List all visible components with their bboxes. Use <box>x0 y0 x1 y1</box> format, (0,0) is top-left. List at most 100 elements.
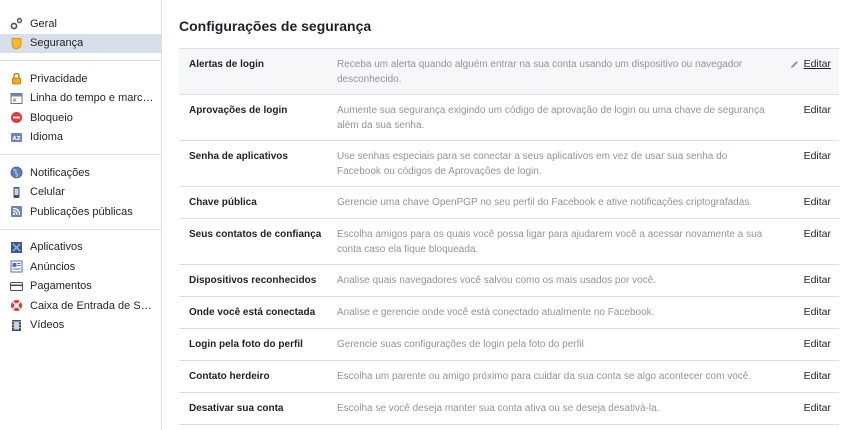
sidebar-item-idioma[interactable]: AZ Idioma <box>0 128 161 148</box>
globe-icon <box>10 166 23 179</box>
sidebar-item-seguranca[interactable]: Segurança <box>0 33 161 53</box>
edit-button[interactable]: Editar <box>804 103 831 118</box>
svg-text:AZ: AZ <box>12 136 20 142</box>
edit-button[interactable]: Editar <box>804 195 831 210</box>
timeline-icon <box>10 92 23 105</box>
setting-action: Editar <box>779 187 839 218</box>
sidebar-item-label: Pagamentos <box>30 280 92 293</box>
setting-name: Alertas de login <box>189 59 265 70</box>
settings-row-alertas-de-login[interactable]: Alertas de login Receba um alerta quando … <box>179 49 839 95</box>
setting-action: Editar <box>779 95 839 140</box>
mobile-icon <box>10 186 23 199</box>
setting-description: Use senhas especiais para se conectar a … <box>337 151 728 177</box>
setting-name: Onde você está conectada <box>189 307 316 318</box>
setting-name: Dispositivos reconhecidos <box>189 275 317 286</box>
sidebar-item-label: Privacidade <box>30 72 88 85</box>
sidebar-item-linha-do-tempo-e-marca[interactable]: Linha do tempo e marca... <box>0 89 161 109</box>
edit-button[interactable]: Editar <box>804 369 831 384</box>
sidebar-item-celular[interactable]: Celular <box>0 183 161 203</box>
settings-row-seus-contatos-de-confianca[interactable]: Seus contatos de confiança Escolha amigos… <box>179 219 839 265</box>
sidebar-item-label: Celular <box>30 186 65 199</box>
language-icon: AZ <box>10 131 23 144</box>
sidebar-item-label: Geral <box>30 17 57 30</box>
settings-row-onde-voce-esta-conectada[interactable]: Onde você está conectada Analise e gerenc… <box>179 297 839 329</box>
sidebar-item-publicacoes-publicas[interactable]: Publicações públicas <box>0 202 161 222</box>
sidebar-item-label: Bloqueio <box>30 111 73 124</box>
setting-name: Chave pública <box>189 197 257 208</box>
sidebar-item-label: Publicações públicas <box>30 205 133 218</box>
pencil-icon <box>790 59 799 74</box>
sidebar-item-label: Notificações <box>30 166 90 179</box>
setting-description: Escolha se você deseja manter sua conta … <box>337 403 660 414</box>
edit-button[interactable]: Editar <box>804 305 831 320</box>
setting-description: Aumente sua segurança exigindo um código… <box>337 105 765 131</box>
setting-action: Editar <box>779 265 839 296</box>
sidebar-item-caixa-de-entrada-de-su[interactable]: Caixa de Entrada de Su... <box>0 296 161 316</box>
edit-button[interactable]: Editar <box>804 57 831 72</box>
shield-icon <box>10 37 23 50</box>
setting-description: Escolha amigos para os quais você possa … <box>337 229 763 255</box>
edit-button[interactable]: Editar <box>804 149 831 164</box>
film-icon <box>10 319 23 332</box>
setting-name: Contato herdeiro <box>189 371 270 382</box>
sidebar-item-label: Caixa de Entrada de Su... <box>30 299 155 312</box>
rss-icon <box>10 205 23 218</box>
sidebar-item-geral[interactable]: Geral <box>0 14 161 34</box>
gear-icon <box>10 17 23 30</box>
settings-row-login-pela-foto-do-perfil[interactable]: Login pela foto do perfil Gerencie suas c… <box>179 329 839 361</box>
setting-action: Editar <box>779 49 839 94</box>
settings-row-desativar-sua-conta[interactable]: Desativar sua conta Escolha se você desej… <box>179 393 839 425</box>
setting-name: Login pela foto do perfil <box>189 339 303 350</box>
sidebar-divider <box>0 154 161 155</box>
sidebar-divider <box>0 228 161 230</box>
edit-button[interactable]: Editar <box>804 401 831 416</box>
setting-action: Editar <box>779 297 839 328</box>
settings-row-senha-de-aplicativos[interactable]: Senha de aplicativos Use senhas especiais… <box>179 141 839 187</box>
edit-button[interactable]: Editar <box>804 337 831 352</box>
sidebar-item-bloqueio[interactable]: Bloqueio <box>0 108 161 128</box>
setting-description: Receba um alerta quando alguém entrar na… <box>337 59 743 85</box>
sidebar-item-aplicativos[interactable]: Aplicativos <box>0 238 161 258</box>
setting-action: Editar <box>779 141 839 186</box>
sidebar-item-label: Anúncios <box>30 260 76 273</box>
setting-description: Gerencie uma chave OpenPGP no seu perfil… <box>337 197 753 208</box>
sidebar-item-privacidade[interactable]: Privacidade <box>0 69 161 89</box>
edit-button[interactable]: Editar <box>804 273 831 288</box>
sidebar-item-label: Idioma <box>30 131 64 144</box>
settings-row-chave-publica[interactable]: Chave pública Gerencie uma chave OpenPGP … <box>179 187 839 219</box>
sidebar-item-videos[interactable]: Vídeos <box>0 316 161 336</box>
setting-name: Aprovações de login <box>189 105 288 116</box>
block-icon <box>10 111 23 124</box>
setting-action: Editar <box>779 361 839 392</box>
setting-name: Desativar sua conta <box>189 403 284 414</box>
apps-icon <box>10 241 23 254</box>
sidebar-item-label: Vídeos <box>30 319 65 332</box>
setting-description: Analise quais navegadores você salvou co… <box>337 275 657 286</box>
settings-row-aprovacoes-de-login[interactable]: Aprovações de login Aumente sua segurança… <box>179 95 839 141</box>
settings-table: Alertas de login Receba um alerta quando … <box>179 48 839 425</box>
settings-row-contato-herdeiro[interactable]: Contato herdeiro Escolha um parente ou am… <box>179 361 839 393</box>
sidebar-item-label: Linha do tempo e marca... <box>30 92 155 105</box>
setting-description: Gerencie suas configurações de login pel… <box>337 339 584 350</box>
ads-icon <box>10 260 23 273</box>
setting-action: Editar <box>779 393 839 424</box>
sidebar-divider <box>0 60 161 61</box>
edit-button[interactable]: Editar <box>804 227 831 242</box>
setting-name: Seus contatos de confiança <box>189 229 322 240</box>
sidebar-item-label: Aplicativos <box>30 241 83 254</box>
sidebar-item-notificacoes[interactable]: Notificações <box>0 163 161 183</box>
setting-action: Editar <box>779 329 839 360</box>
setting-description: Analise e gerencie onde você está conect… <box>337 307 655 318</box>
setting-name: Senha de aplicativos <box>189 151 288 162</box>
lock-icon <box>10 72 23 85</box>
settings-row-dispositivos-reconhecidos[interactable]: Dispositivos reconhecidos Analise quais n… <box>179 265 839 297</box>
lifebuoy-icon <box>10 299 23 312</box>
setting-action: Editar <box>779 219 839 264</box>
sidebar-item-pagamentos[interactable]: Pagamentos <box>0 277 161 297</box>
sidebar-item-label: Segurança <box>30 37 84 50</box>
page-title: Configurações de segurança <box>179 18 372 34</box>
settings-sidebar: Geral Segurança Privacidade Linha do tempo … <box>0 0 162 430</box>
card-icon <box>10 280 23 293</box>
security-settings-panel: Configurações de segurança Alertas de lo… <box>179 0 839 425</box>
sidebar-item-anuncios[interactable]: Anúncios <box>0 257 161 277</box>
